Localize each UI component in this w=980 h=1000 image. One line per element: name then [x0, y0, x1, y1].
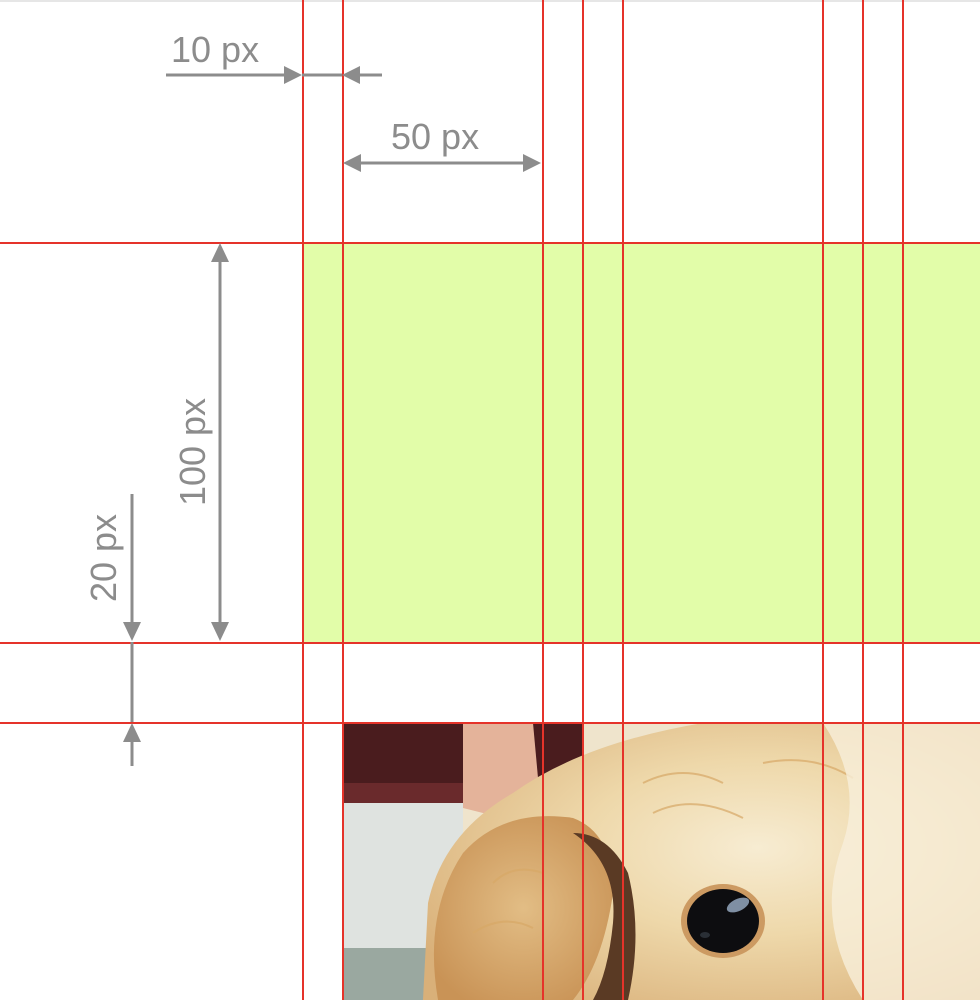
- row-gap-label: 20 px: [83, 513, 124, 603]
- gap-right-arrow: [342, 66, 382, 84]
- row-height-arrow: [211, 243, 229, 641]
- dimension-arrows: [123, 66, 541, 766]
- row-gap-arrow: [123, 494, 141, 766]
- grid-diagram: 10 px 50 px 100 px 20 px: [0, 0, 980, 1000]
- row-height-label: 100 px: [172, 397, 213, 507]
- gap-left-label: 10 px: [171, 29, 260, 70]
- column-width-label: 50 px: [391, 116, 480, 157]
